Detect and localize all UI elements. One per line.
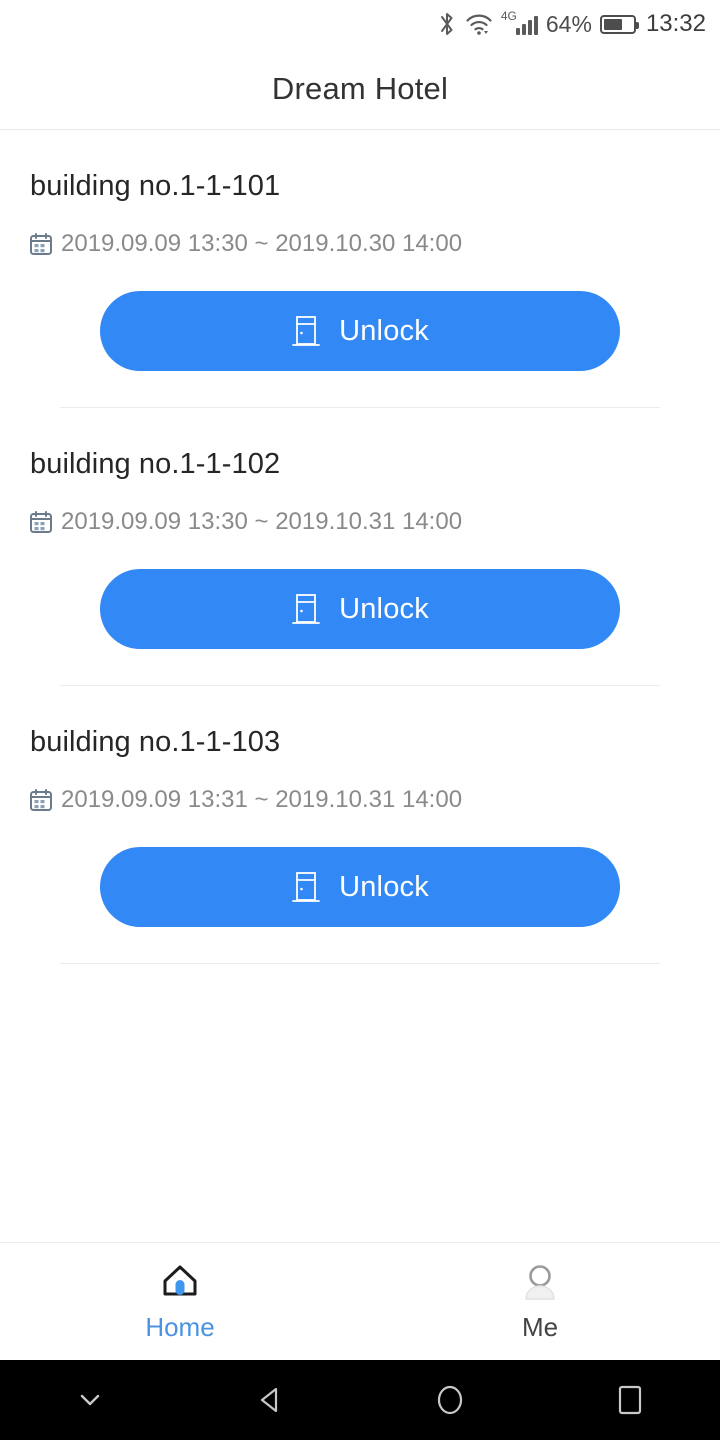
android-navigation-bar	[0, 1360, 720, 1440]
room-date-range: 2019.09.09 13:30 ~ 2019.10.30 14:00	[61, 230, 463, 257]
unlock-button[interactable]: Unlock	[100, 569, 620, 649]
battery-icon	[599, 14, 639, 34]
tab-me[interactable]: Me	[360, 1243, 720, 1360]
home-icon	[159, 1260, 201, 1302]
card-divider	[60, 963, 660, 964]
tab-home[interactable]: Home	[0, 1243, 360, 1360]
room-card: building no.1-1-103 2019.09.09 13:31 ~ 2…	[0, 686, 720, 964]
status-bar: 4G 64% 13:32	[0, 0, 720, 48]
room-name: building no.1-1-102	[30, 448, 281, 480]
unlock-button[interactable]: Unlock	[100, 291, 620, 371]
room-list: building no.1-1-101 2019.09.09 13:30 ~ 2…	[0, 130, 720, 1242]
room-date-range: 2019.09.09 13:30 ~ 2019.10.31 14:00	[61, 508, 463, 535]
unlock-button-wrapper: Unlock	[30, 569, 690, 649]
unlock-button-label: Unlock	[339, 314, 429, 347]
chevron-down-icon[interactable]	[0, 1360, 180, 1440]
page-title: Dream Hotel	[271, 70, 449, 106]
person-icon	[519, 1260, 561, 1302]
app-header: Dream Hotel	[0, 48, 720, 130]
room-date-range: 2019.09.09 13:31 ~ 2019.10.31 14:00	[61, 786, 463, 813]
calendar-icon	[30, 510, 52, 534]
app-screen: 4G 64% 13:32 Dream Hotel building no.1-1…	[0, 0, 720, 1440]
room-date-row: 2019.09.09 13:30 ~ 2019.10.30 14:00	[30, 230, 690, 258]
room-date-row: 2019.09.09 13:30 ~ 2019.10.31 14:00	[30, 508, 690, 536]
room-card: building no.1-1-101 2019.09.09 13:30 ~ 2…	[0, 130, 720, 408]
recents-square-icon[interactable]	[540, 1360, 720, 1440]
door-icon	[291, 870, 321, 904]
wifi-icon	[465, 12, 493, 36]
unlock-button[interactable]: Unlock	[100, 847, 620, 927]
door-icon	[291, 592, 321, 626]
network-type-label: 4G	[500, 9, 517, 23]
room-name: building no.1-1-101	[30, 170, 281, 202]
home-circle-icon[interactable]	[360, 1360, 540, 1440]
unlock-button-wrapper: Unlock	[30, 291, 690, 371]
unlock-button-label: Unlock	[339, 592, 429, 625]
clock-label: 13:32	[645, 10, 706, 37]
bluetooth-icon	[437, 11, 457, 37]
tab-me-label: Me	[521, 1312, 559, 1342]
calendar-icon	[30, 788, 52, 812]
door-icon	[291, 314, 321, 348]
room-name: building no.1-1-103	[30, 726, 281, 758]
tab-home-label: Home	[145, 1312, 215, 1342]
bottom-tab-bar: Home Me	[0, 1242, 720, 1360]
signal-bars-icon: 4G	[501, 9, 538, 35]
calendar-icon	[30, 232, 52, 256]
battery-percent-label: 64%	[545, 10, 592, 37]
room-card: building no.1-1-102 2019.09.09 13:30 ~ 2…	[0, 408, 720, 686]
unlock-button-label: Unlock	[339, 870, 429, 903]
back-triangle-icon[interactable]	[180, 1360, 360, 1440]
unlock-button-wrapper: Unlock	[30, 847, 690, 927]
room-date-row: 2019.09.09 13:31 ~ 2019.10.31 14:00	[30, 786, 690, 814]
